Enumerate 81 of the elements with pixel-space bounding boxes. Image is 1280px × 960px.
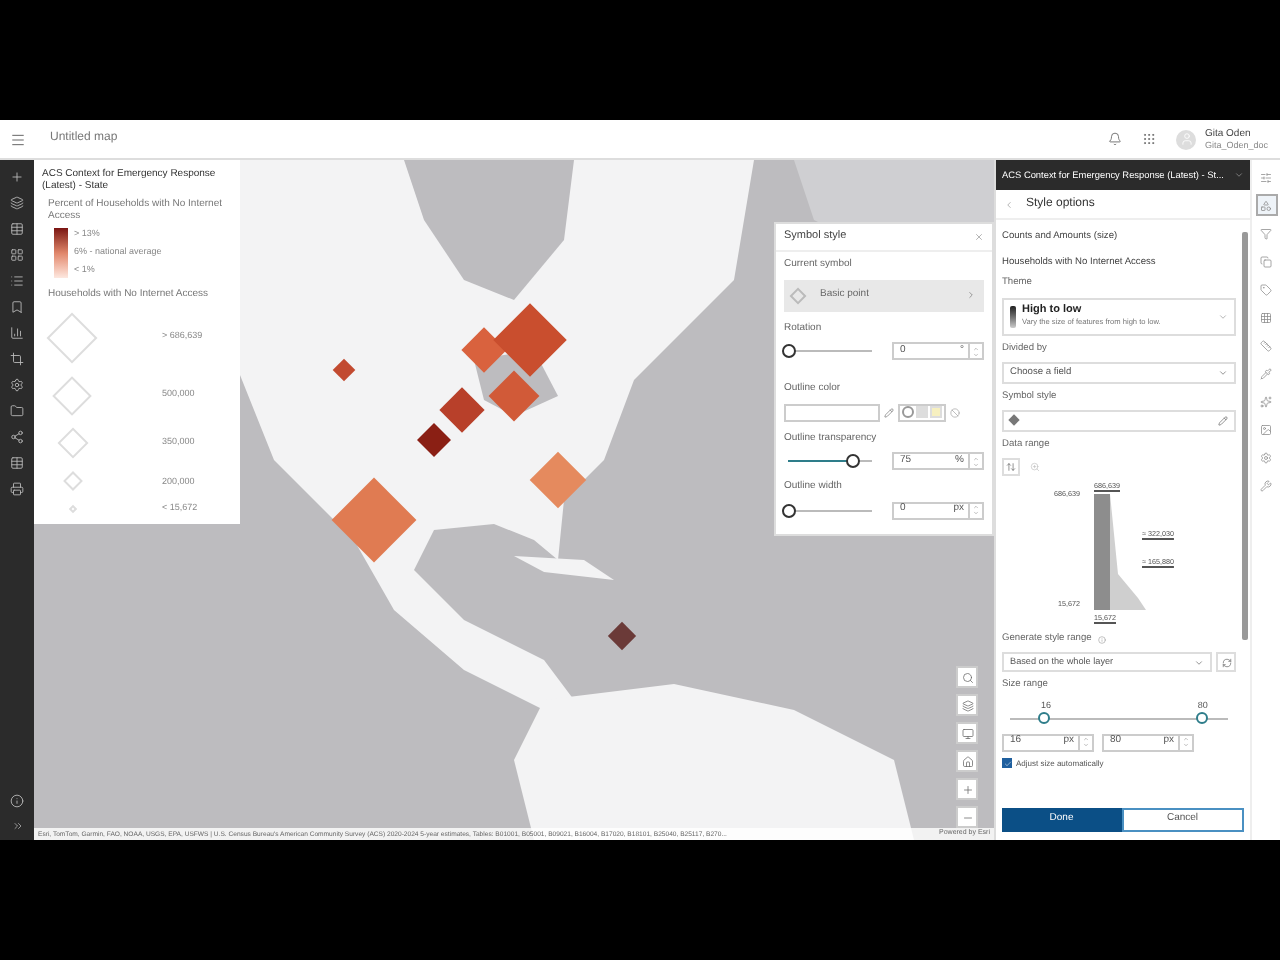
chart-icon [10,326,24,340]
histogram-drawing [1090,494,1150,611]
refresh-button[interactable] [1216,652,1236,673]
zoom-in-icon [961,783,973,795]
add-icon [10,170,24,184]
image-icon [1260,423,1272,435]
avatar[interactable] [1176,129,1197,149]
map-control[interactable] [956,666,978,688]
chevron-icon [1218,367,1228,378]
symbol-style-button[interactable] [1002,409,1236,432]
info-icon [1097,635,1106,644]
chevron-icon [1234,170,1244,180]
pencil-icon [884,407,894,417]
style-icon [1260,199,1272,211]
wrench-icon [1260,479,1272,491]
swatch[interactable] [902,406,914,418]
list-icon [10,274,24,288]
bell-icon [1108,132,1123,146]
color-ramp [54,228,68,278]
map-control[interactable] [956,694,978,716]
table-icon [10,222,24,236]
tool-button[interactable] [1255,390,1277,412]
sparkles-icon [1260,395,1272,407]
slider-thumb[interactable] [782,344,796,358]
layers-icon [10,196,24,210]
table-icon [10,456,24,470]
tool-button[interactable] [1255,250,1277,272]
screen-icon [961,727,973,739]
size-ramp-icon [1010,305,1016,328]
tool-button[interactable] [1255,278,1277,300]
tool-button[interactable] [1255,474,1277,496]
map-control[interactable] [956,806,978,828]
tool-button[interactable] [1255,194,1277,216]
color-field[interactable] [784,403,880,421]
chevron-icon [1194,657,1204,668]
home-icon [961,755,973,767]
checkbox[interactable] [1002,758,1012,768]
print-icon [10,482,24,496]
map-control[interactable] [956,722,978,744]
expand-icon [11,820,23,832]
person-icon [1179,132,1194,146]
ruler-icon [1260,339,1272,351]
bookmark-icon [10,300,24,314]
tag-icon [1260,283,1272,295]
map-control[interactable] [956,778,978,800]
menu-icon [9,131,25,147]
crop-icon [10,352,24,366]
pencil-icon [1218,415,1228,426]
no-color-icon [950,407,960,417]
tool-button[interactable] [1255,362,1277,384]
tool-button[interactable] [1255,334,1277,356]
settings-icon [10,378,24,392]
settings-icon [1260,451,1272,463]
scrollbar[interactable] [1242,232,1248,640]
basemap-icon [961,699,973,711]
filter-icon [1260,227,1272,239]
search-icon [961,671,973,683]
grid-icon [1260,311,1272,323]
range-thumb[interactable] [1195,711,1208,723]
sliders-icon [1260,171,1272,183]
sort-button[interactable] [1002,458,1020,477]
folder-icon [10,404,24,418]
copy-icon [1260,255,1272,267]
back-icon [1004,199,1014,209]
range-thumb[interactable] [1038,711,1051,723]
refresh-icon [1221,657,1231,668]
info-icon [10,794,24,808]
chevron-icon [966,290,976,300]
sort-icon [1006,462,1016,473]
zoom-icon [1030,462,1040,473]
share-icon [10,430,24,444]
grid-icon [10,248,24,262]
map-control[interactable] [956,750,978,772]
slider-thumb[interactable] [845,454,859,468]
slider-thumb[interactable] [782,503,796,517]
zoom-out-icon [961,811,973,823]
chevron-icon [1218,311,1228,322]
swatch[interactable] [916,406,928,418]
pipette-icon [1260,367,1272,379]
check-icon [1003,759,1011,767]
zoom-button[interactable] [1026,458,1044,477]
